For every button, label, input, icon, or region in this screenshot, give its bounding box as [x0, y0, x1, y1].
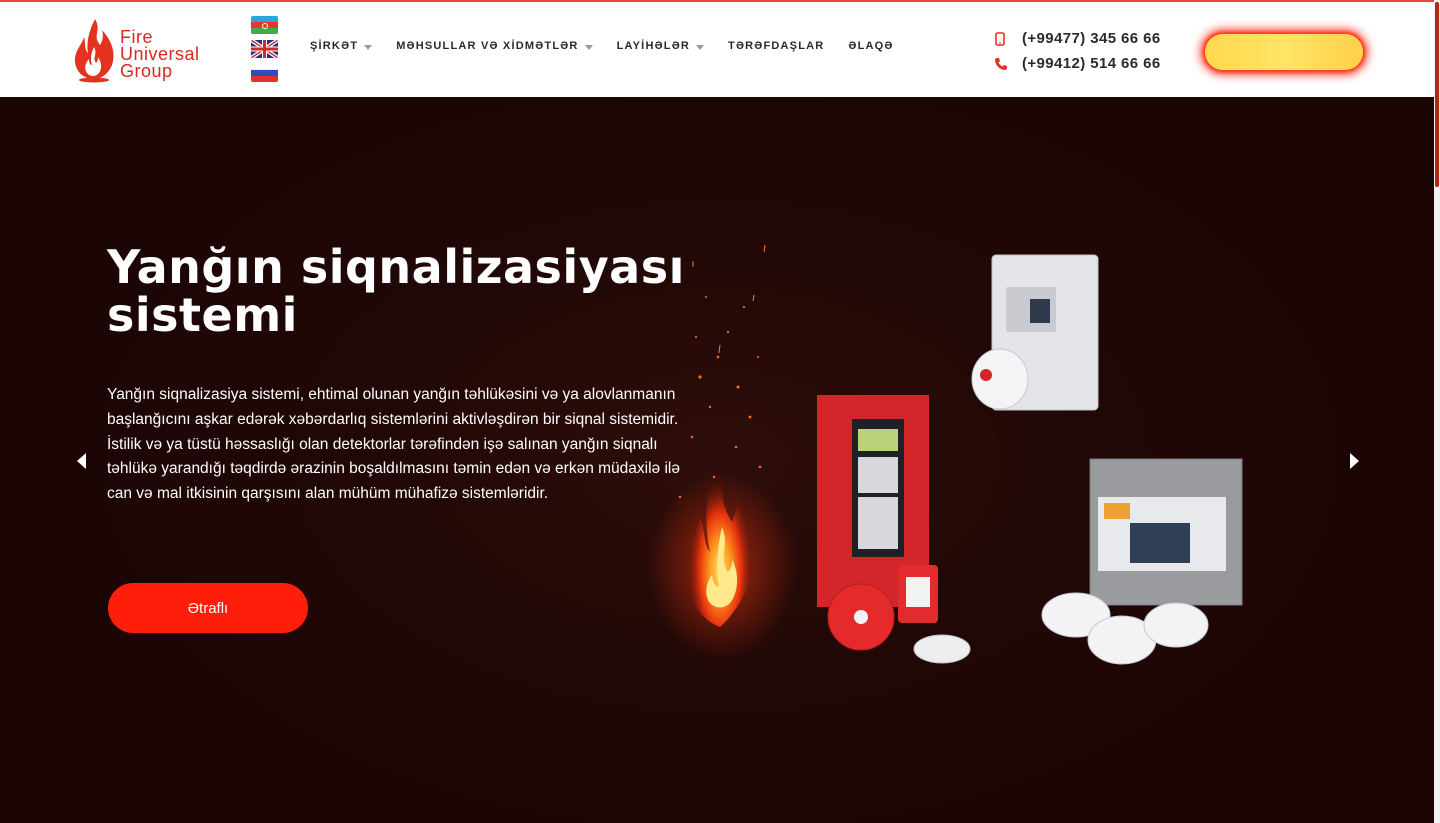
mobile-phone-row: (+99477) 345 66 66 — [994, 26, 1161, 51]
logo-text: Fire Universal Group — [120, 28, 200, 81]
nav-item-company[interactable]: ŞİRKƏT — [310, 40, 373, 52]
nav-item-partners[interactable]: TƏRƏFDAŞLAR — [728, 40, 824, 52]
phone-icon — [995, 57, 1007, 70]
slider-prev-arrow-icon[interactable] — [72, 449, 92, 473]
nav-item-label: TƏRƏFDAŞLAR — [728, 40, 825, 52]
flag-azerbaijan-icon[interactable] — [251, 16, 278, 34]
logo-line-3: Group — [120, 61, 173, 81]
nav-item-label: MƏHSULLAR VƏ XİDMƏTLƏR — [396, 40, 579, 52]
nav-item-contact[interactable]: ƏLAQƏ — [848, 40, 893, 52]
hero-slider: Yanğın siqnalizasiyası sistemi Yanğın si… — [0, 97, 1434, 823]
caret-down-icon — [584, 44, 593, 50]
nav-item-label: ƏLAQƏ — [848, 40, 894, 52]
language-switcher — [251, 16, 279, 88]
main-nav: ŞİRKƏT MƏHSULLAR VƏ XİDMƏTLƏR LAYİHƏLƏR … — [310, 40, 918, 52]
mobile-phone-number[interactable]: (+99477) 345 66 66 — [1022, 30, 1161, 47]
logo[interactable]: Fire Universal Group — [72, 17, 232, 85]
nav-item-label: LAYİHƏLƏR — [616, 40, 691, 52]
hero-description: Yanğın siqnalizasiya sistemi, ehtimal ol… — [107, 386, 680, 503]
slider-next-arrow-icon[interactable] — [1344, 449, 1364, 473]
more-info-button[interactable]: Ətraflı — [108, 583, 308, 633]
caret-down-icon — [364, 44, 373, 50]
landline-phone-row: (+99412) 514 66 66 — [994, 51, 1161, 76]
nav-item-projects[interactable]: LAYİHƏLƏR — [616, 40, 705, 52]
fire-alarm-products-image — [817, 254, 1243, 665]
site-header: Fire Universal Group ŞİRKƏT MƏHSULLAR VƏ… — [0, 2, 1434, 97]
nav-item-label: ŞİRKƏT — [310, 40, 359, 52]
fire-illustration — [647, 244, 797, 657]
caret-down-icon — [696, 44, 705, 50]
flag-russia-icon[interactable] — [251, 64, 278, 82]
contact-phones: (+99477) 345 66 66 (+99412) 514 66 66 — [994, 26, 1161, 76]
header-cta-button[interactable] — [1205, 34, 1363, 70]
flame-icon — [74, 19, 114, 83]
flag-uk-icon[interactable] — [251, 40, 278, 58]
scrollbar-thumb[interactable] — [1435, 2, 1439, 187]
mobile-phone-icon — [995, 31, 1005, 46]
hero-title: Yanğın siqnalizasiyası sistemi — [107, 240, 685, 342]
landline-phone-number[interactable]: (+99412) 514 66 66 — [1022, 55, 1161, 72]
nav-item-products-services[interactable]: MƏHSULLAR VƏ XİDMƏTLƏR — [396, 40, 593, 52]
